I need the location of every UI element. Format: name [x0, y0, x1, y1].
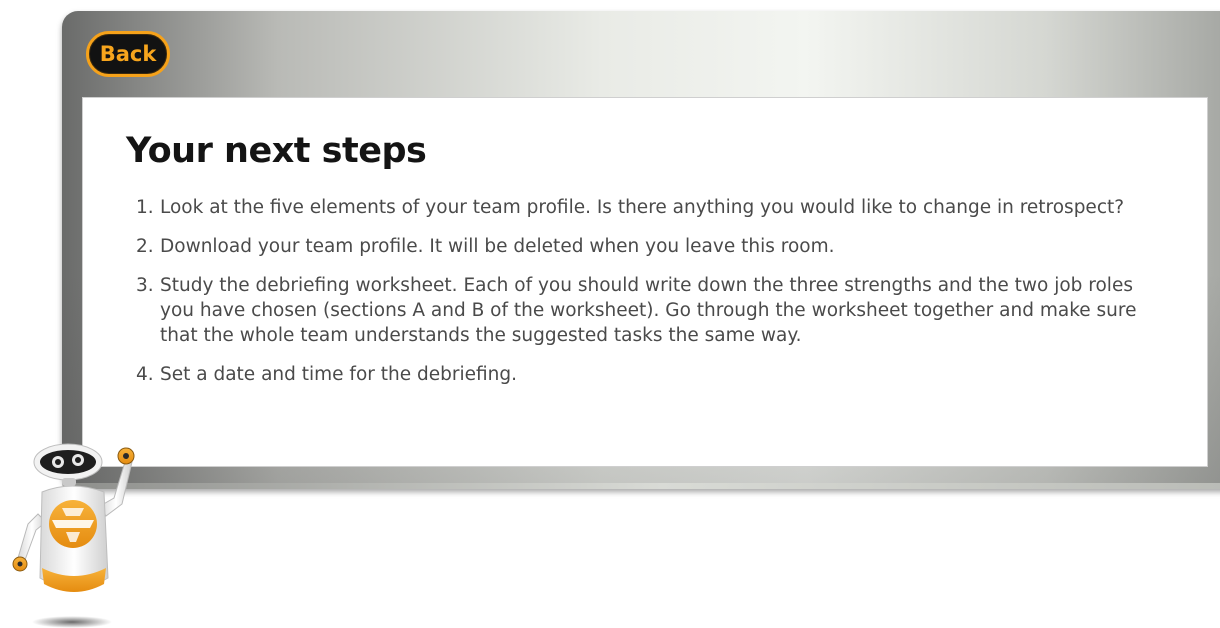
- back-button[interactable]: Back: [86, 31, 170, 77]
- list-item: 2. Download your team profile. It will b…: [136, 234, 1166, 259]
- list-item: 4. Set a date and time for the debriefin…: [136, 362, 1166, 387]
- next-steps-panel: Your next steps 1. Look at the five elem…: [82, 97, 1208, 467]
- step-number: 2.: [136, 236, 154, 257]
- page-title: Your next steps: [126, 131, 427, 171]
- robot-mascot-icon: [12, 443, 135, 628]
- list-item: 1. Look at the five elements of your tea…: [136, 195, 1166, 220]
- step-text: Set a date and time for the debriefing.: [160, 364, 517, 385]
- step-text: Look at the five elements of your team p…: [160, 197, 1125, 218]
- step-number: 1.: [136, 197, 154, 218]
- steps-list: 1. Look at the five elements of your tea…: [136, 195, 1166, 401]
- app-stage: Back Your next steps 1. Look at the five…: [0, 0, 1220, 628]
- step-text: Download your team profile. It will be d…: [160, 236, 835, 257]
- frame-bottom-edge: [62, 483, 1220, 489]
- step-number: 4.: [136, 364, 154, 385]
- step-number: 3.: [136, 275, 154, 296]
- step-text: Study the debriefing worksheet. Each of …: [160, 275, 1137, 346]
- list-item: 3. Study the debriefing worksheet. Each …: [136, 273, 1166, 348]
